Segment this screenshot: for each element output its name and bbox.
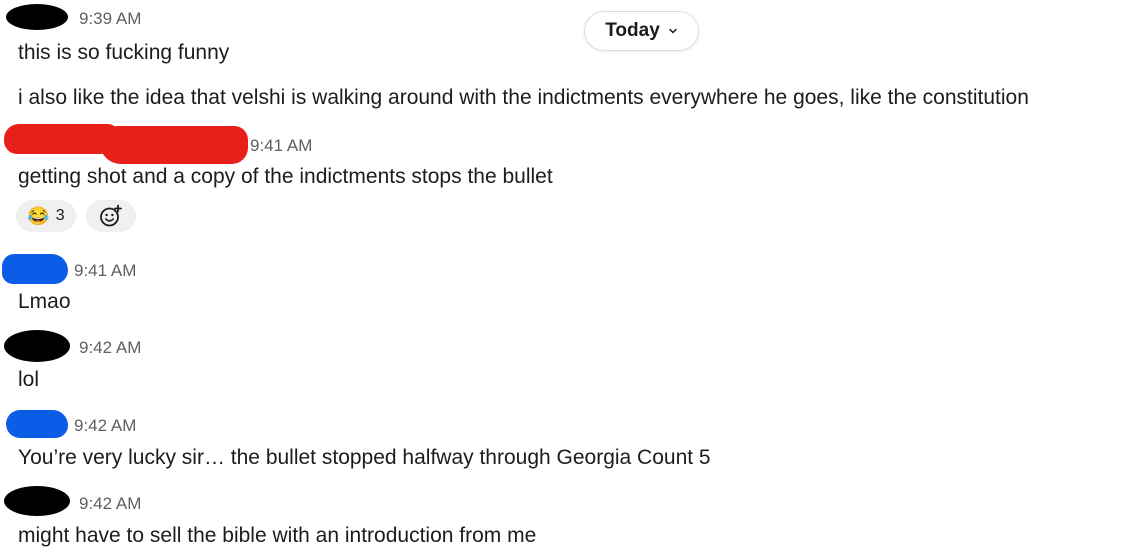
add-reaction-icon bbox=[100, 204, 122, 227]
message: 9:42 AM might have to sell the bible wit… bbox=[0, 486, 1127, 553]
add-reaction-button[interactable] bbox=[86, 200, 136, 232]
redacted-username bbox=[100, 126, 248, 164]
redacted-username bbox=[2, 254, 68, 284]
message-header: 9:41 AM bbox=[0, 254, 400, 284]
redacted-username bbox=[6, 4, 68, 30]
message: 9:41 AM Lmao bbox=[0, 252, 1127, 322]
reaction-pill[interactable]: 😂 3 bbox=[16, 200, 76, 232]
redacted-username bbox=[6, 410, 68, 438]
message-timestamp[interactable]: 9:42 AM bbox=[74, 416, 136, 436]
reaction-count: 3 bbox=[55, 207, 65, 224]
message-text: might have to sell the bible with an int… bbox=[18, 524, 537, 547]
message-header: 9:42 AM bbox=[0, 486, 400, 516]
message-header: 9:39 AM bbox=[0, 4, 400, 34]
joy-emoji-icon: 😂 bbox=[27, 206, 50, 226]
message-header: 9:42 AM bbox=[0, 330, 400, 362]
message: 9:41 AM getting shot and a copy of the i… bbox=[0, 118, 1127, 238]
message-text: lol bbox=[18, 368, 40, 391]
message: 9:39 AM this is so fucking funny i also … bbox=[0, 0, 1127, 115]
message-timestamp[interactable]: 9:41 AM bbox=[74, 261, 136, 281]
message: 9:42 AM You’re very lucky sir… the bulle… bbox=[0, 408, 1127, 478]
message: 9:42 AM lol bbox=[0, 330, 1127, 400]
redacted-username bbox=[4, 486, 70, 516]
message-timestamp[interactable]: 9:42 AM bbox=[79, 494, 141, 514]
message-text: i also like the idea that velshi is walk… bbox=[18, 86, 1029, 109]
message-header: 9:42 AM bbox=[0, 408, 400, 438]
redacted-username bbox=[4, 330, 70, 362]
message-text: You’re very lucky sir… the bullet stoppe… bbox=[18, 446, 711, 469]
message-timestamp[interactable]: 9:41 AM bbox=[250, 136, 312, 156]
message-timestamp[interactable]: 9:39 AM bbox=[79, 9, 141, 29]
message-header: 9:41 AM bbox=[0, 122, 400, 164]
message-text: Lmao bbox=[18, 290, 71, 313]
message-timestamp[interactable]: 9:42 AM bbox=[79, 338, 141, 358]
message-text: this is so fucking funny bbox=[18, 41, 230, 64]
message-text: getting shot and a copy of the indictmen… bbox=[18, 165, 553, 188]
